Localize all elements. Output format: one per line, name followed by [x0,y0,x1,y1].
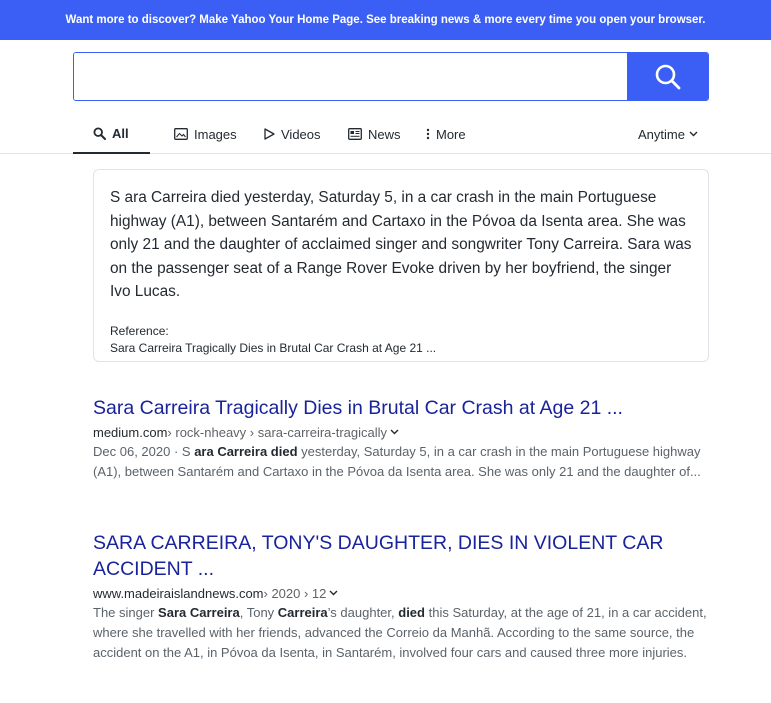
desc-text: The singer [93,605,159,620]
desc-highlight: died [398,605,425,620]
banner-text[interactable]: Want more to discover? Make Yahoo Your H… [66,14,706,26]
desc-text: S [181,444,195,459]
result-description: Dec 06, 2020 · S ara Carreira died yeste… [93,442,713,482]
more-dots-icon [426,128,430,140]
snippet-text: S ara Carreira died yesterday, Saturday … [110,189,692,300]
result-title-link[interactable]: Sara Carreira Tragically Dies in Brutal … [93,395,713,421]
tab-more-label: More [436,126,466,142]
news-icon [348,128,362,140]
result-path: › rock-nheavy › sara-carreira-tragically [167,424,388,440]
result-domain: medium.com [93,424,168,440]
search-tabs: All Images Videos News More Anytime [0,114,771,154]
tab-more[interactable]: More [426,114,466,154]
videos-icon [264,128,275,140]
featured-snippet: S ara Carreira died yesterday, Saturday … [93,169,709,362]
search-result: SARA CARREIRA, TONY'S DAUGHTER, DIES IN … [93,530,713,663]
search-box [73,52,709,101]
result-description: The singer Sara Carreira, Tony Carreira’… [93,603,713,663]
images-icon [174,128,188,140]
desc-text: ’s daughter, [327,605,399,620]
tab-videos-label: Videos [281,126,321,142]
tab-all-label: All [112,125,129,141]
tab-images-label: Images [194,126,237,142]
search-result: Sara Carreira Tragically Dies in Brutal … [93,395,713,482]
result-url[interactable]: medium.com › rock-nheavy › sara-carreira… [93,423,713,441]
anytime-label: Anytime [638,126,685,142]
result-title-link[interactable]: SARA CARREIRA, TONY'S DAUGHTER, DIES IN … [93,530,713,582]
search-input[interactable] [74,53,627,100]
result-domain: www.madeiraislandnews.com [93,585,264,601]
chevron-down-icon[interactable] [390,429,399,435]
tab-news[interactable]: News [348,114,401,154]
desc-highlight: ara Carreira died [194,444,298,459]
tab-all[interactable]: All [73,114,150,154]
search-icon [655,64,680,89]
result-url[interactable]: www.madeiraislandnews.com › 2020 › 12 [93,584,713,602]
snippet-reference-label: Reference: [110,323,169,338]
result-date: Dec 06, 2020 · [93,444,182,459]
search-icon [93,126,106,140]
chevron-down-icon [689,131,698,137]
tab-images[interactable]: Images [174,114,237,154]
desc-text: , Tony [239,605,278,620]
home-page-banner[interactable]: Want more to discover? Make Yahoo Your H… [0,0,771,40]
tab-news-label: News [368,126,401,142]
chevron-down-icon[interactable] [329,590,338,596]
desc-highlight: Carreira [277,605,328,620]
result-path: › 2020 › 12 [263,585,327,601]
anytime-filter[interactable]: Anytime [638,114,698,154]
snippet-reference-link[interactable]: Sara Carreira Tragically Dies in Brutal … [110,341,692,355]
tab-videos[interactable]: Videos [264,114,321,154]
search-button[interactable] [627,53,708,100]
desc-highlight: Sara Carreira [158,605,240,620]
